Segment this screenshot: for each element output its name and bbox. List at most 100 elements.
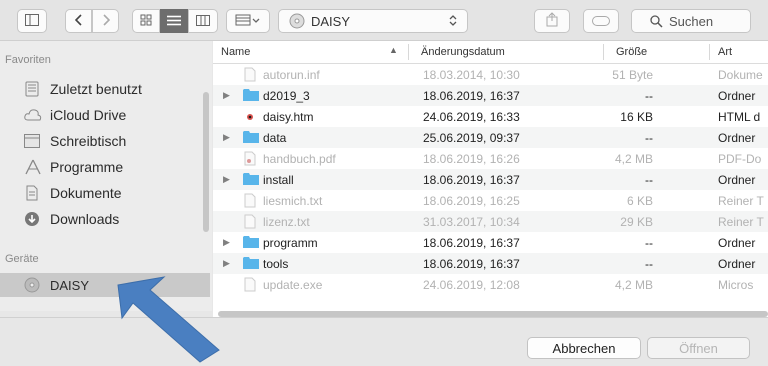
file-size: 51 Byte: [612, 68, 653, 82]
file-type: Ordner: [718, 89, 756, 103]
file-name: tools: [263, 257, 289, 271]
sidebar-item-documents[interactable]: Dokumente: [0, 181, 210, 205]
file-name: handbuch.pdf: [263, 152, 336, 166]
disclosure-triangle-icon[interactable]: ▶: [223, 258, 230, 269]
sidebar-section-devices: Geräte: [5, 253, 39, 265]
folder-icon: [243, 88, 259, 104]
sidebar-item-label: Downloads: [50, 211, 120, 227]
file-size: 4,2 MB: [614, 278, 653, 292]
file-type: PDF-Do: [718, 152, 762, 166]
sidebar-toggle-button[interactable]: [17, 9, 47, 33]
file-date: 31.03.2017, 10:34: [423, 215, 520, 229]
file-name: lizenz.txt: [263, 215, 310, 229]
folder-icon: [243, 235, 259, 251]
disclosure-triangle-icon[interactable]: ▶: [223, 174, 230, 185]
column-view-button[interactable]: [188, 9, 218, 33]
list-icon: [167, 14, 181, 29]
sidebar-item-downloads[interactable]: Downloads: [0, 207, 210, 231]
disclosure-triangle-icon[interactable]: ▶: [223, 90, 230, 101]
file-date: 18.06.2019, 16:25: [423, 194, 520, 208]
table-row[interactable]: ▶ install 18.06.2019, 16:37 -- Ordner: [213, 169, 768, 190]
recents-icon: [0, 81, 50, 97]
tag-button[interactable]: [583, 9, 619, 33]
cancel-button[interactable]: Abbrechen: [527, 337, 641, 359]
file-type: Ordner: [718, 173, 756, 187]
sidebar-item-applications[interactable]: Programme: [0, 155, 210, 179]
list-view-button[interactable]: [160, 9, 188, 33]
location-popup[interactable]: DAISY: [278, 9, 468, 33]
column-name[interactable]: Name: [221, 46, 250, 58]
table-row[interactable]: liesmich.txt 18.06.2019, 16:25 6 KB Reiner …: [213, 190, 768, 211]
sidebar-scrollbar[interactable]: [203, 92, 209, 232]
folder-icon: [243, 130, 259, 146]
table-row[interactable]: ▶ tools 18.06.2019, 16:37 -- Ordner: [213, 253, 768, 274]
chevron-left-icon: [74, 13, 83, 29]
icon-view-button[interactable]: [132, 9, 160, 33]
column-date[interactable]: Änderungsdatum: [421, 46, 505, 58]
table-row[interactable]: daisy.htm 24.06.2019, 16:33 16 KB HTML d: [213, 106, 768, 127]
file-name: liesmich.txt: [263, 194, 323, 208]
tag-icon: [592, 14, 610, 29]
search-placeholder: Suchen: [669, 13, 714, 29]
table-row[interactable]: ▶ data 25.06.2019, 09:37 -- Ordner: [213, 127, 768, 148]
sidebar-item-label: Zuletzt benutzt: [50, 81, 142, 97]
file-type: Micros: [718, 278, 754, 292]
disclosure-triangle-icon[interactable]: ▶: [223, 237, 230, 248]
up-down-chevron-icon: [449, 14, 457, 30]
table-row[interactable]: ▶ programm 18.06.2019, 16:37 -- Ordner: [213, 232, 768, 253]
sidebar-item-icloud[interactable]: iCloud Drive: [0, 103, 210, 127]
file-date: 18.06.2019, 16:37: [423, 89, 520, 103]
table-row[interactable]: handbuch.pdf 18.06.2019, 16:26 4,2 MB PDF-D…: [213, 148, 768, 169]
sidebar-item-desktop[interactable]: Schreibtisch: [0, 129, 210, 153]
file-type: HTML d: [718, 110, 761, 124]
file-type: Dokume: [718, 68, 763, 82]
folder-icon: [243, 256, 259, 272]
file-size: --: [645, 173, 653, 187]
documents-icon: [0, 185, 50, 201]
sidebar-section-favorites: Favoriten: [5, 54, 51, 66]
table-row[interactable]: lizenz.txt 31.03.2017, 10:34 29 KB Reiner T: [213, 211, 768, 232]
sidebar-item-label: Schreibtisch: [50, 133, 127, 149]
arrange-button[interactable]: [226, 9, 270, 33]
file-name: programm: [263, 236, 318, 250]
file-icon: [243, 67, 257, 85]
dialog-footer: Abbrechen Öffnen: [0, 317, 768, 366]
desktop-icon: [0, 134, 50, 148]
file-size: --: [645, 236, 653, 250]
file-list: Name ▲ Änderungsdatum Größe Art autorun.…: [213, 41, 768, 317]
disclosure-triangle-icon[interactable]: ▶: [223, 132, 230, 143]
search-field[interactable]: Suchen: [631, 9, 751, 33]
cloud-icon: [0, 108, 50, 122]
file-date: 18.06.2019, 16:37: [423, 257, 520, 271]
column-size[interactable]: Größe: [616, 46, 647, 58]
downloads-icon: [0, 211, 50, 227]
table-row[interactable]: ▶ d2019_3 18.06.2019, 16:37 -- Ordner: [213, 85, 768, 106]
open-button[interactable]: Öffnen: [647, 337, 750, 359]
search-icon: [650, 14, 663, 28]
sidebar-item-recents[interactable]: Zuletzt benutzt: [0, 77, 210, 101]
table-row[interactable]: autorun.inf 18.03.2014, 10:30 51 Byte Dokum…: [213, 64, 768, 85]
sidebar-item-label: iCloud Drive: [50, 107, 127, 123]
file-date: 18.06.2019, 16:37: [423, 173, 520, 187]
file-date: 18.06.2019, 16:26: [423, 152, 520, 166]
column-type[interactable]: Art: [718, 46, 732, 58]
folder-icon: [243, 172, 259, 188]
sort-ascending-icon: ▲: [389, 45, 398, 55]
back-button[interactable]: [65, 9, 92, 33]
file-name: update.exe: [263, 278, 323, 292]
sidebar-item-label: Dokumente: [50, 185, 122, 201]
table-row[interactable]: update.exe 24.06.2019, 12:08 4,2 MB Micros: [213, 274, 768, 295]
file-name: install: [263, 173, 294, 187]
grid-icon: [140, 14, 152, 29]
file-name: d2019_3: [263, 89, 310, 103]
forward-button[interactable]: [92, 9, 119, 33]
sidebar-item-daisy[interactable]: DAISY: [0, 273, 210, 297]
share-button[interactable]: [534, 9, 570, 33]
file-size: --: [645, 257, 653, 271]
file-date: 25.06.2019, 09:37: [423, 131, 520, 145]
toolbar: DAISY Suchen: [0, 0, 768, 41]
applications-icon: [0, 159, 50, 175]
pdf-file-icon: [243, 151, 257, 169]
file-type: Ordner: [718, 257, 756, 271]
file-date: 24.06.2019, 16:33: [423, 110, 520, 124]
